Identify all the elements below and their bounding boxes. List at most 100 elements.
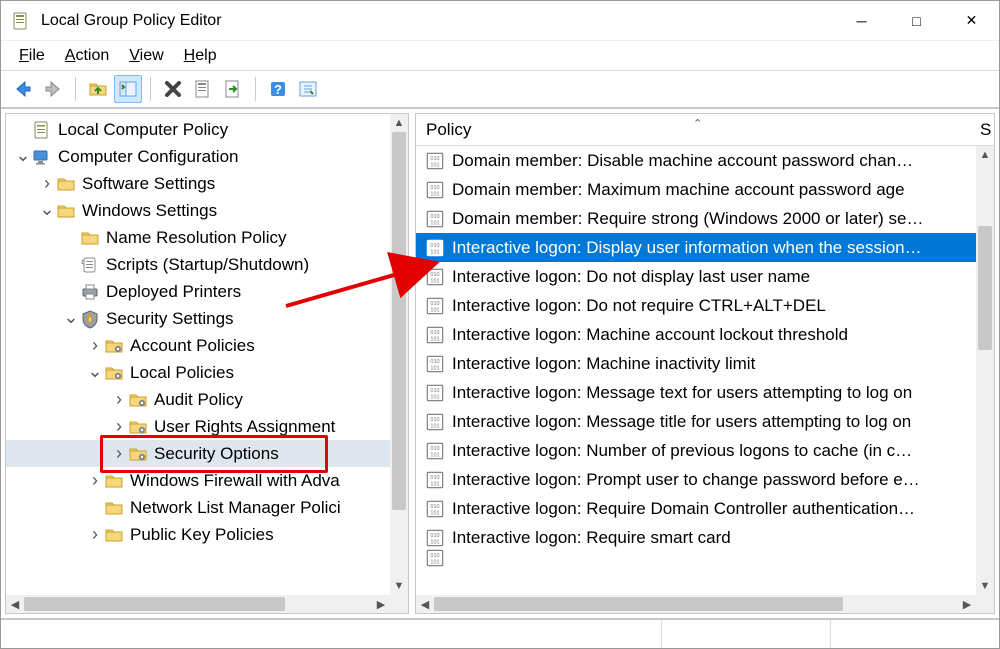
tree-item-public-key-policies[interactable]: Public Key Policies (6, 521, 408, 548)
policy-name: Domain member: Require strong (Windows 2… (452, 209, 923, 229)
scroll-right-button[interactable]: ▶ (958, 595, 976, 613)
menu-help[interactable]: Help (176, 45, 225, 67)
policy-name: Interactive logon: Do not require CTRL+A… (452, 296, 826, 316)
svg-text:?: ? (274, 82, 282, 97)
tree-item-security-options[interactable]: Security Options (6, 440, 408, 467)
policy-list-item[interactable]: 010101Interactive logon: Message title f… (416, 407, 994, 436)
toolbar-export-button[interactable] (219, 75, 247, 103)
folder-icon (104, 498, 124, 518)
column-header-security[interactable]: S (970, 120, 994, 140)
toolbar-forward-button[interactable] (39, 75, 67, 103)
policy-list-item[interactable]: 010101Interactive logon: Prompt user to … (416, 465, 994, 494)
tree-item-windows-firewall[interactable]: Windows Firewall with Adva (6, 467, 408, 494)
scroll-up-button[interactable]: ▲ (390, 114, 408, 132)
menu-action[interactable]: Action (57, 45, 117, 67)
titlebar: Local Group Policy Editor ─ □ ✕ (1, 1, 999, 41)
policy-list-item[interactable]: 010101Interactive logon: Do not require … (416, 291, 994, 320)
printer-icon (80, 282, 100, 302)
twisty-icon[interactable] (110, 418, 128, 436)
svg-text:010: 010 (430, 300, 439, 306)
policy-list-item[interactable]: 010101Interactive logon: Number of previ… (416, 436, 994, 465)
twisty-icon[interactable] (110, 391, 128, 409)
svg-text:101: 101 (430, 191, 439, 197)
tree-item-local-policies[interactable]: Local Policies (6, 359, 408, 386)
twisty-icon[interactable] (62, 310, 80, 328)
twisty-icon[interactable] (86, 364, 104, 382)
policy-list-item[interactable]: 010101Interactive logon: Display user in… (416, 233, 994, 262)
toolbar-help-button[interactable]: ? (264, 75, 292, 103)
twisty-icon[interactable] (14, 148, 32, 166)
tree-item-audit-policy[interactable]: Audit Policy (6, 386, 408, 413)
tree-item-software-settings[interactable]: Software Settings (6, 170, 408, 197)
twisty-icon[interactable] (86, 472, 104, 490)
policy-list-item[interactable]: 010101Interactive logon: Machine account… (416, 320, 994, 349)
tree-item-deployed-printers[interactable]: Deployed Printers (6, 278, 408, 305)
toolbar-back-button[interactable] (9, 75, 37, 103)
policy-list[interactable]: 010101Domain member: Disable machine acc… (416, 146, 994, 613)
policy-list-item[interactable]: 010101Interactive logon: Require Domain … (416, 494, 994, 523)
tree-item-scripts[interactable]: Scripts (Startup/Shutdown) (6, 251, 408, 278)
tree-item-root[interactable]: Local Computer Policy (6, 116, 408, 143)
tree-item-windows-settings[interactable]: Windows Settings (6, 197, 408, 224)
scroll-down-button[interactable]: ▼ (390, 577, 408, 595)
twisty-icon[interactable] (110, 445, 128, 463)
tree-item-network-list-manager[interactable]: Network List Manager Polici (6, 494, 408, 521)
toolbar-show-tree-button[interactable] (114, 75, 142, 103)
scroll-down-button[interactable]: ▼ (976, 577, 994, 595)
policy-icon: 010101 (424, 237, 446, 259)
list-vertical-scrollbar[interactable]: ▲ ▼ (976, 146, 994, 595)
policy-list-item[interactable]: 010101Domain member: Maximum machine acc… (416, 175, 994, 204)
policy-name: Domain member: Disable machine account p… (452, 151, 913, 171)
toolbar-up-button[interactable] (84, 75, 112, 103)
policy-tree[interactable]: Local Computer PolicyComputer Configurat… (6, 114, 408, 613)
policy-list-item[interactable]: 010101 (416, 552, 994, 564)
policy-icon: 010101 (424, 266, 446, 288)
twisty-icon[interactable] (38, 175, 56, 193)
window-minimize-button[interactable]: ─ (834, 1, 889, 40)
svg-text:101: 101 (430, 278, 439, 284)
window-close-button[interactable]: ✕ (944, 1, 999, 40)
tree-horizontal-scrollbar[interactable]: ◀ ▶ (6, 595, 390, 613)
tree-item-computer-configuration[interactable]: Computer Configuration (6, 143, 408, 170)
scroll-left-button[interactable]: ◀ (6, 595, 24, 613)
scroll-up-button[interactable]: ▲ (976, 146, 994, 164)
policy-name: Interactive logon: Message title for use… (452, 412, 911, 432)
policy-list-item[interactable]: 010101Domain member: Require strong (Win… (416, 204, 994, 233)
twisty-icon[interactable] (38, 202, 56, 220)
folderGear-icon (104, 336, 124, 356)
list-horizontal-scrollbar[interactable]: ◀ ▶ (416, 595, 976, 613)
tree-item-label: Audit Policy (154, 390, 243, 410)
policy-list-item[interactable]: 010101Domain member: Disable machine acc… (416, 146, 994, 175)
policy-list-item[interactable]: 010101Interactive logon: Message text fo… (416, 378, 994, 407)
twisty-icon[interactable] (86, 526, 104, 544)
tree-item-label: Scripts (Startup/Shutdown) (106, 255, 309, 275)
policy-icon: 010101 (424, 324, 446, 346)
scroll-right-button[interactable]: ▶ (372, 595, 390, 613)
window-maximize-button[interactable]: □ (889, 1, 944, 40)
tree-item-account-policies[interactable]: Account Policies (6, 332, 408, 359)
tree-item-label: Account Policies (130, 336, 255, 356)
scroll-left-button[interactable]: ◀ (416, 595, 434, 613)
twisty-icon[interactable] (86, 337, 104, 355)
tree-vertical-scrollbar[interactable]: ▲ ▼ (390, 114, 408, 595)
toolbar-filter-button[interactable] (294, 75, 322, 103)
toolbar-separator (75, 77, 76, 101)
policy-list-item[interactable]: 010101Interactive logon: Require smart c… (416, 523, 994, 552)
tree-item-user-rights-assignment[interactable]: User Rights Assignment (6, 413, 408, 440)
policy-icon: 010101 (424, 469, 446, 491)
tree-item-label: Local Policies (130, 363, 234, 383)
menu-file[interactable]: File (11, 45, 53, 67)
policy-icon: 010101 (424, 353, 446, 375)
menu-view[interactable]: View (121, 45, 171, 67)
tree-item-security-settings[interactable]: Security Settings (6, 305, 408, 332)
toolbar-properties-button[interactable] (189, 75, 217, 103)
scroll-corner (390, 595, 408, 613)
scroll-corner (976, 595, 994, 613)
policy-list-item[interactable]: 010101Interactive logon: Machine inactiv… (416, 349, 994, 378)
window-title: Local Group Policy Editor (41, 12, 834, 30)
svg-text:010: 010 (430, 155, 439, 161)
tree-item-name-resolution-policy[interactable]: Name Resolution Policy (6, 224, 408, 251)
toolbar-delete-button[interactable] (159, 75, 187, 103)
column-header-policy[interactable]: ⌃ Policy (416, 120, 970, 140)
policy-list-item[interactable]: 010101Interactive logon: Do not display … (416, 262, 994, 291)
